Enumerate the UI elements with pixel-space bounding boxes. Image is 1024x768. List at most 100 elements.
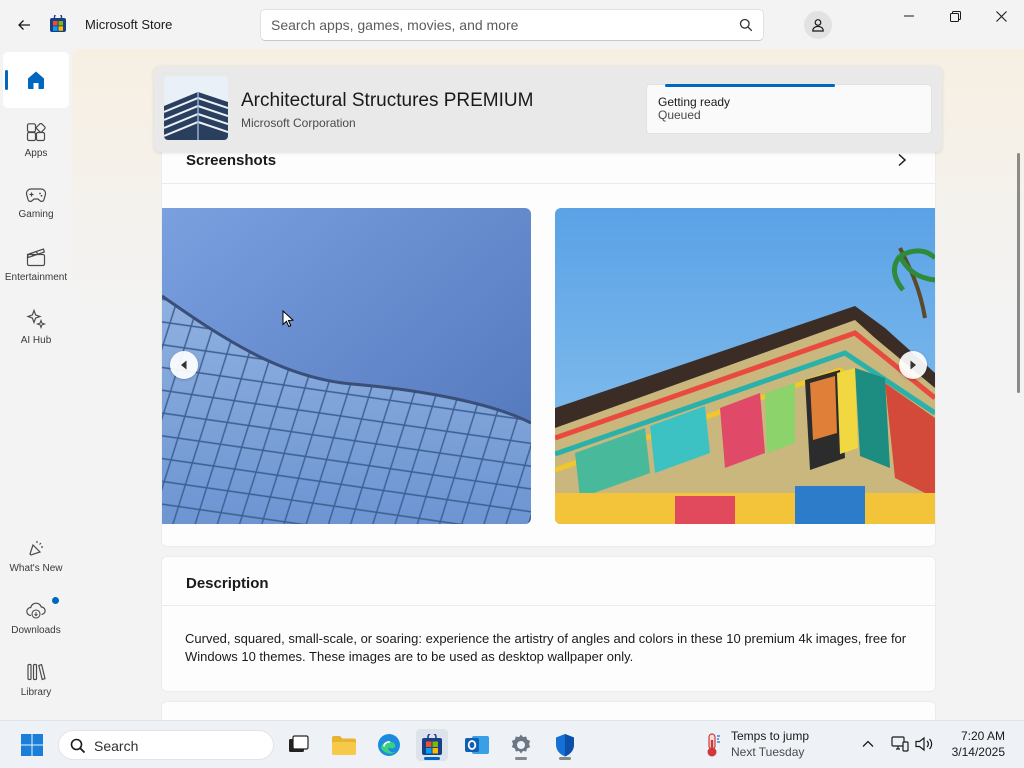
sidebar-item-label: Gaming bbox=[18, 209, 54, 220]
arrow-left-icon bbox=[18, 20, 30, 30]
shield-icon bbox=[556, 734, 574, 757]
settings-button[interactable] bbox=[505, 729, 537, 761]
weather-widget-button[interactable] bbox=[696, 729, 728, 761]
caret-right-icon bbox=[910, 360, 916, 370]
library-icon bbox=[27, 663, 46, 681]
defender-button[interactable] bbox=[549, 729, 581, 761]
clapperboard-icon bbox=[26, 248, 46, 267]
carousel-next-button[interactable] bbox=[899, 351, 927, 379]
scrollbar[interactable] bbox=[1017, 153, 1020, 393]
sidebar-item-home[interactable] bbox=[3, 52, 69, 108]
active-indicator bbox=[424, 757, 440, 760]
restore-button[interactable] bbox=[932, 0, 978, 32]
edge-button[interactable] bbox=[373, 729, 405, 761]
section-title: Description bbox=[186, 575, 269, 592]
cloud-download-icon bbox=[26, 602, 46, 619]
sidebar-item-label: Library bbox=[20, 687, 52, 698]
megaphone-icon bbox=[29, 541, 43, 556]
colorful-house-image bbox=[555, 208, 935, 524]
back-button[interactable] bbox=[12, 13, 36, 37]
sidebar-item-library[interactable]: Library bbox=[3, 652, 69, 708]
install-progress-bar bbox=[665, 84, 835, 87]
next-section bbox=[161, 701, 936, 720]
description-section: Description Curved, squared, small-scale… bbox=[161, 556, 936, 692]
store-logo-icon bbox=[50, 15, 66, 32]
publisher-link[interactable]: Microsoft Corporation bbox=[241, 116, 356, 130]
running-indicator bbox=[559, 757, 571, 760]
thermometer-icon bbox=[707, 733, 720, 757]
gear-icon bbox=[511, 734, 531, 754]
install-substatus: Queued bbox=[658, 108, 701, 122]
network-icon[interactable] bbox=[891, 736, 909, 752]
divider bbox=[162, 183, 935, 184]
divider bbox=[162, 605, 935, 606]
screenshots-section: Screenshots bbox=[161, 119, 936, 547]
start-button[interactable] bbox=[16, 729, 48, 761]
sidebar-item-ai-hub[interactable]: AI Hub bbox=[3, 299, 69, 355]
product-title: Architectural Structures PREMIUM bbox=[241, 90, 534, 111]
product-header: Architectural Structures PREMIUM Microso… bbox=[154, 66, 942, 152]
title-bar: Microsoft Store bbox=[0, 0, 1024, 49]
account-button[interactable] bbox=[804, 11, 832, 39]
sidebar-item-label: AI Hub bbox=[20, 335, 52, 346]
minimize-button[interactable] bbox=[886, 0, 932, 32]
folder-icon bbox=[332, 736, 356, 755]
sidebar: Apps Gaming Entertainment AI Hub What's … bbox=[0, 49, 72, 720]
search-input[interactable] bbox=[261, 10, 721, 40]
restore-icon bbox=[949, 10, 961, 22]
clock-date[interactable]: 3/14/2025 bbox=[945, 745, 1005, 759]
install-status: Getting ready bbox=[658, 95, 731, 109]
main-content: Screenshots Architectural Structures PRE… bbox=[72, 49, 1024, 720]
volume-icon[interactable] bbox=[915, 736, 935, 752]
file-explorer-button[interactable] bbox=[328, 729, 360, 761]
clock-time[interactable]: 7:20 AM bbox=[955, 729, 1005, 743]
task-view-button[interactable] bbox=[282, 729, 314, 761]
app-title: Microsoft Store bbox=[85, 17, 173, 32]
sidebar-item-gaming[interactable]: Gaming bbox=[3, 175, 69, 231]
person-icon bbox=[812, 19, 824, 32]
store-taskbar-button[interactable] bbox=[416, 729, 448, 761]
screenshot-thumbnail-1[interactable] bbox=[162, 208, 531, 524]
search-box[interactable] bbox=[260, 9, 764, 41]
search-icon bbox=[70, 738, 86, 754]
apps-grid-icon bbox=[26, 123, 46, 142]
sidebar-item-whats-new[interactable]: What's New bbox=[3, 528, 69, 584]
taskbar-search-label: Search bbox=[94, 738, 139, 754]
mouse-cursor-icon bbox=[282, 310, 294, 328]
search-icon[interactable] bbox=[739, 18, 753, 32]
close-icon bbox=[995, 10, 1007, 22]
windows-logo-icon bbox=[21, 734, 43, 756]
taskbar-search[interactable]: Search bbox=[58, 730, 274, 760]
close-button[interactable] bbox=[978, 0, 1024, 32]
sidebar-item-label: Entertainment bbox=[4, 272, 68, 283]
outlook-button[interactable] bbox=[461, 729, 493, 761]
install-status-card: Getting ready Queued bbox=[646, 84, 932, 134]
minimize-icon bbox=[904, 15, 914, 17]
taskbar: Search Temps to jump Next Tuesday 7:20 A… bbox=[0, 720, 1024, 768]
sidebar-item-entertainment[interactable]: Entertainment bbox=[3, 237, 69, 293]
glass-building-image bbox=[162, 208, 531, 524]
home-icon bbox=[28, 71, 44, 89]
sidebar-item-label: Downloads bbox=[11, 625, 61, 636]
sidebar-item-apps[interactable]: Apps bbox=[3, 113, 69, 169]
product-image bbox=[164, 76, 228, 140]
outlook-icon bbox=[465, 736, 489, 754]
edge-browser-icon bbox=[378, 734, 400, 756]
section-title: Screenshots bbox=[186, 152, 277, 169]
chevron-up-icon[interactable] bbox=[862, 739, 874, 749]
gamepad-icon bbox=[25, 188, 47, 202]
task-view-icon bbox=[289, 735, 309, 752]
running-indicator bbox=[515, 757, 527, 760]
notification-badge bbox=[52, 597, 59, 604]
sparkle-icon bbox=[26, 308, 47, 330]
chevron-right-icon[interactable] bbox=[896, 153, 908, 167]
weather-subline[interactable]: Next Tuesday bbox=[731, 745, 804, 759]
weather-headline[interactable]: Temps to jump bbox=[731, 729, 809, 743]
sidebar-item-label: What's New bbox=[9, 563, 63, 574]
carousel-prev-button[interactable] bbox=[170, 351, 198, 379]
building-logo-image bbox=[164, 76, 228, 140]
store-logo-icon bbox=[422, 734, 442, 755]
sidebar-item-label: Apps bbox=[24, 148, 48, 159]
screenshot-thumbnail-2[interactable] bbox=[555, 208, 935, 524]
sidebar-item-downloads[interactable]: Downloads bbox=[3, 590, 69, 646]
